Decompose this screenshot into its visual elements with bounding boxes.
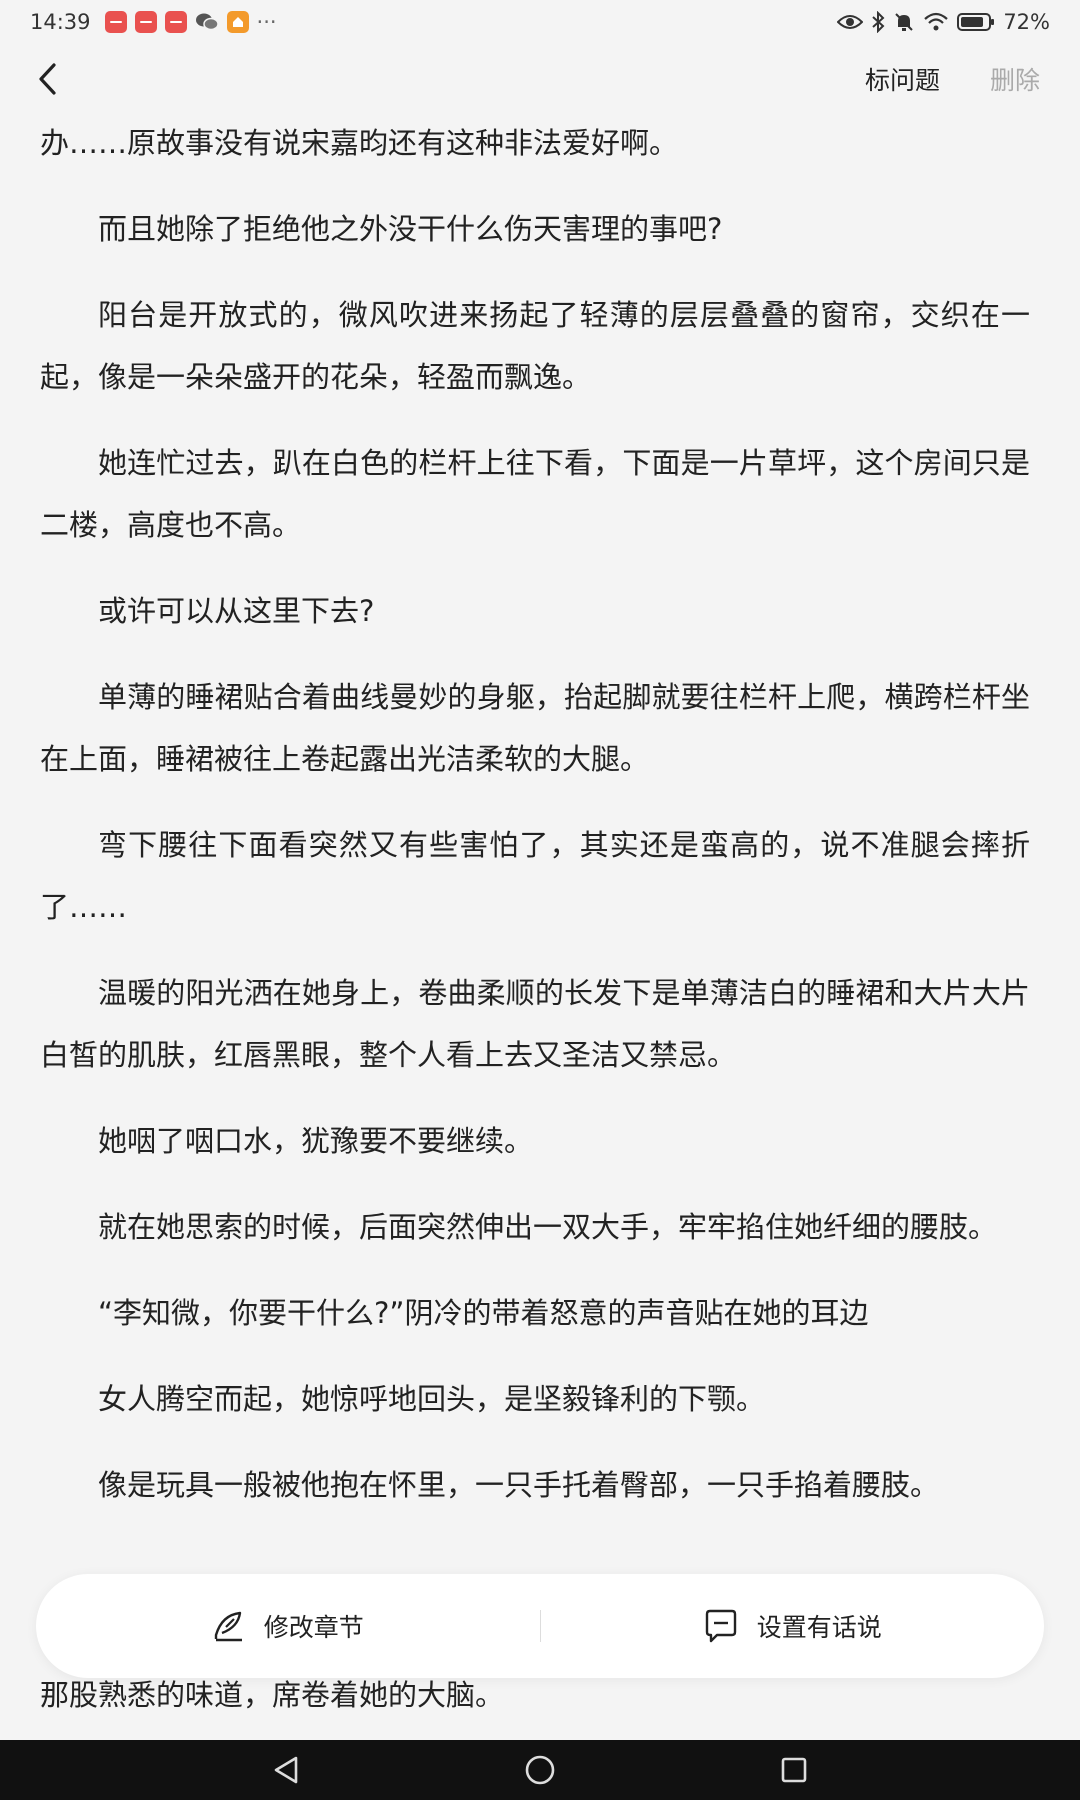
eye-icon (837, 15, 864, 29)
paragraph: 她连忙过去，趴在白色的栏杆上往下看，下面是一片草坪，这个房间只是二楼，高度也不高… (40, 446, 1030, 542)
title-button[interactable]: 标问题 (865, 61, 940, 97)
comment-icon (705, 1609, 736, 1643)
paragraph: 她咽了咽口水，犹豫要不要继续。 (98, 1124, 534, 1158)
wechat-icon (195, 12, 219, 32)
battery-icon (957, 13, 995, 31)
battery-percent: 72% (1003, 10, 1050, 34)
edit-chapter-button[interactable]: 修改章节 (36, 1574, 540, 1678)
paragraph: 温暖的阳光洒在她身上，卷曲柔顺的长发下是单薄洁白的睡裙和大片大片白皙的肌肤，红唇… (40, 976, 1030, 1072)
red-app-icon (134, 11, 157, 33)
paragraph: 单薄的睡裙贴合着曲线曼妙的身躯，抬起脚就要往栏杆上爬，横跨栏杆坐在上面，睡裙被往… (40, 680, 1030, 776)
bluetooth-icon (872, 11, 885, 33)
navigation-bar (0, 1740, 1080, 1800)
paragraph: 就在她思索的时候，后面突然伸出一双大手，牢牢掐住她纤细的腰肢。 (98, 1210, 998, 1244)
paragraph: 而且她除了拒绝他之外没干什么伤天害理的事吧? (98, 212, 723, 246)
back-icon[interactable] (36, 59, 58, 99)
paragraph: 阳台是开放式的，微风吹进来扬起了轻薄的层层叠叠的窗帘，交织在一起，像是一朵朵盛开… (40, 298, 1030, 394)
edit-chapter-label: 修改章节 (263, 1613, 364, 1642)
paragraph: 或许可以从这里下去? (98, 594, 375, 628)
wifi-icon (924, 12, 949, 31)
paragraph: “李知微，你要干什么?”阴冷的带着怒意的声音贴在她的耳边 (98, 1296, 869, 1330)
status-left: 14:39 ··· (30, 10, 277, 34)
red-app-icon (164, 11, 187, 33)
mute-icon (895, 13, 914, 31)
author-note-label: 设置有话说 (756, 1613, 882, 1642)
more-notifications: ··· (256, 10, 277, 34)
author-note-button[interactable]: 设置有话说 (541, 1574, 1045, 1678)
status-bar: 14:39 ··· 72% (0, 0, 1080, 44)
top-bar: 标问题 删除 (0, 52, 1080, 106)
back-triangle-icon[interactable] (272, 1755, 300, 1785)
recents-square-icon[interactable] (780, 1756, 808, 1784)
delete-button[interactable]: 删除 (990, 61, 1040, 97)
orange-app-icon (226, 11, 249, 33)
paragraph: 像是玩具一般被他抱在怀里，一只手托着臀部，一只手掐着腰肢。 (98, 1468, 940, 1502)
pen-icon (214, 1611, 242, 1642)
status-right: 72% (837, 10, 1050, 34)
status-time: 14:39 (30, 10, 91, 34)
paragraph: 办……原故事没有说宋嘉昀还有这种非法爱好啊。 (40, 126, 679, 160)
home-circle-icon[interactable] (524, 1754, 556, 1786)
header-actions: 标问题 删除 (865, 61, 1040, 97)
paragraph: 女人腾空而起，她惊呼地回头，是坚毅锋利的下颚。 (98, 1382, 766, 1416)
chapter-content: 办……原故事没有说宋嘉昀还有这种非法爱好啊。 而且她除了拒绝他之外没干什么伤天害… (40, 112, 1030, 1540)
red-app-icon (104, 11, 127, 33)
bottom-action-card: 修改章节 设置有话说 (36, 1574, 1044, 1678)
paragraph: 弯下腰往下面看突然又有些害怕了，其实还是蛮高的，说不准腿会摔折了…… (40, 828, 1030, 924)
